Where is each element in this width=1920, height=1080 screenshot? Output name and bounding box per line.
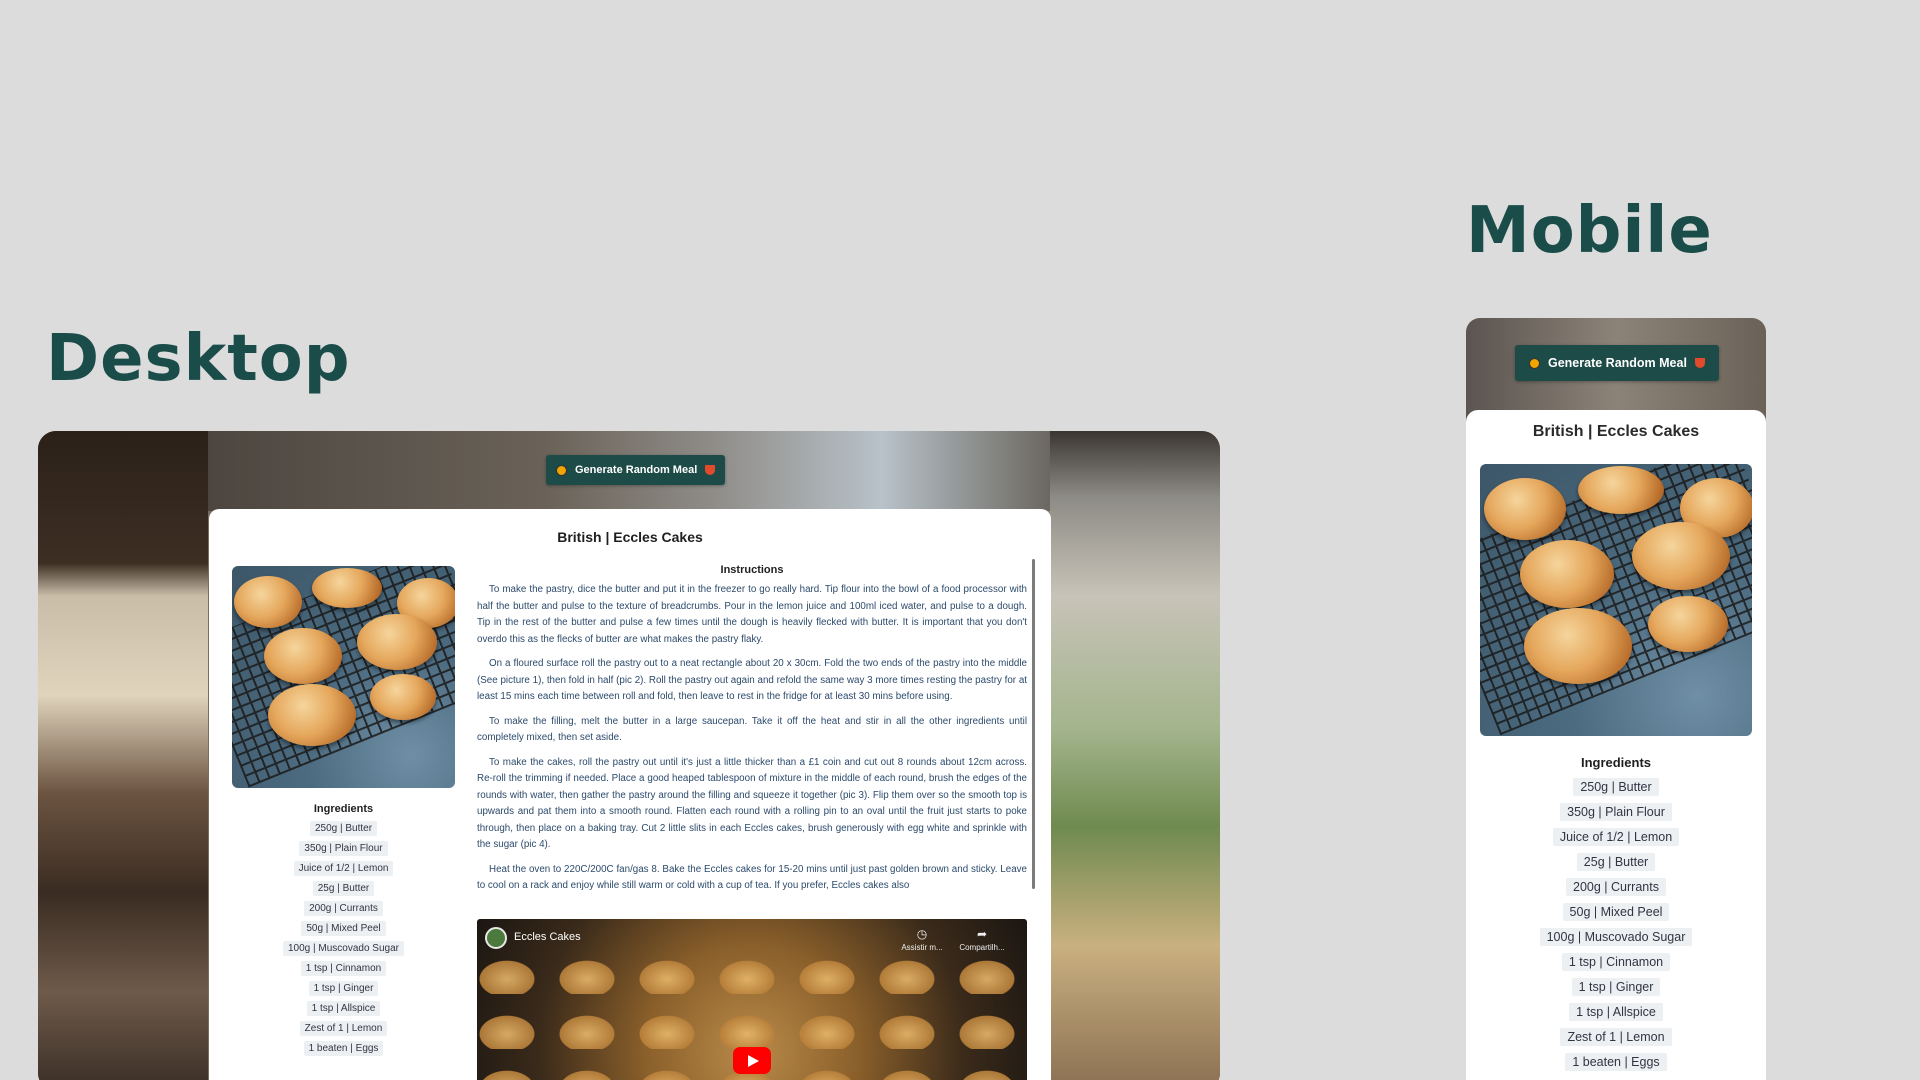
ingredient-item: 250g | Butter (1573, 778, 1659, 796)
ingredient-item: 25g | Butter (312, 881, 375, 896)
ingredient-item: 350g | Plain Flour (1560, 803, 1672, 821)
share-icon: ➦ (976, 927, 988, 941)
instructions-scrollbar[interactable] (1032, 559, 1035, 889)
bowl-icon (1694, 358, 1705, 368)
ingredient-item: 1 tsp | Ginger (308, 981, 379, 996)
ingredient-item: 350g | Plain Flour (299, 841, 388, 856)
generate-button-label: Generate Random Meal (1548, 356, 1687, 370)
ingredient-item: Juice of 1/2 | Lemon (1552, 828, 1680, 846)
instruction-paragraph: To make the filling, melt the butter in … (477, 715, 1027, 744)
youtube-play-icon[interactable] (733, 1047, 771, 1074)
instructions-heading: Instructions (720, 564, 784, 576)
generate-button-label: Generate Random Meal (575, 464, 698, 476)
youtube-video-embed[interactable]: Eccles Cakes ◷ Assistir m... ➦ Compartil… (477, 919, 1027, 1080)
ingredient-item: 1 beaten | Eggs (303, 1041, 384, 1056)
ingredient-item: 100g | Muscovado Sugar (1539, 928, 1693, 946)
bowl-icon (705, 465, 716, 475)
meal-dot-icon (556, 464, 567, 476)
ingredient-item: 25g | Butter (1576, 853, 1656, 871)
instruction-paragraph: Heat the oven to 220C/200C fan/gas 8. Ba… (477, 863, 1027, 892)
mobile-heading: Mobile (1466, 194, 1713, 268)
ingredient-item: 1 tsp | Ginger (1571, 978, 1661, 996)
video-title[interactable]: Eccles Cakes (514, 931, 581, 943)
ingredient-item: 250g | Butter (309, 821, 378, 836)
ingredient-item: 100g | Muscovado Sugar (282, 941, 404, 956)
ingredient-item: 1 beaten | Eggs (1565, 1053, 1667, 1071)
ingredient-item: 1 tsp | Allspice (1569, 1003, 1663, 1021)
instruction-paragraph: To make the cakes, roll the pastry out u… (477, 756, 1027, 851)
desktop-preview: Generate Random Meal British | Eccles Ca… (38, 431, 1220, 1080)
ingredient-item: Zest of 1 | Lemon (1560, 1028, 1672, 1046)
ingredient-item: 50g | Mixed Peel (301, 921, 386, 936)
share-button[interactable]: ➦ Compartilh... (957, 927, 1007, 952)
mobile-preview: Generate Random Meal British | Eccles Ca… (1466, 318, 1766, 1080)
ingredient-item: Juice of 1/2 | Lemon (293, 861, 394, 876)
ingredients-heading: Ingredients (1580, 755, 1652, 770)
meal-image (1480, 464, 1752, 736)
background-cafe-left (38, 431, 208, 1080)
ingredient-item: 1 tsp | Allspice (306, 1001, 381, 1016)
ingredients-list: 250g | Butter 350g | Plain Flour Juice o… (232, 821, 455, 1061)
instruction-paragraph: To make the pastry, dice the butter and … (477, 584, 1027, 645)
ingredient-item: 1 tsp | Cinnamon (300, 961, 387, 976)
instruction-paragraph: On a floured surface roll the pastry out… (477, 658, 1027, 702)
meal-dot-icon (1529, 357, 1540, 369)
ingredient-item: 1 tsp | Cinnamon (1561, 953, 1671, 971)
watch-later-label: Assistir m... (901, 943, 943, 952)
meal-card: British | Eccles Cakes Ingredients 250g … (1466, 410, 1766, 1080)
ingredient-item: 200g | Currants (304, 901, 383, 916)
desktop-heading: Desktop (46, 322, 351, 396)
meal-image (232, 566, 455, 788)
ingredient-item: Zest of 1 | Lemon (299, 1021, 388, 1036)
ingredients-section: Ingredients 250g | Butter 350g | Plain F… (1466, 755, 1766, 1078)
generate-random-meal-button[interactable]: Generate Random Meal (1515, 345, 1719, 381)
background-cafe-right (1050, 431, 1220, 1080)
clock-icon: ◷ (916, 927, 928, 941)
meal-title: British | Eccles Cakes (1532, 423, 1700, 440)
ingredients-heading: Ingredients (313, 803, 374, 815)
meal-title: British | Eccles Cakes (557, 529, 703, 545)
channel-logo-icon[interactable] (485, 927, 507, 949)
ingredient-item: 200g | Currants (1566, 878, 1666, 896)
generate-random-meal-button[interactable]: Generate Random Meal (546, 455, 726, 485)
ingredient-item: 50g | Mixed Peel (1562, 903, 1670, 921)
ingredients-list: 250g | Butter 350g | Plain Flour Juice o… (1466, 778, 1766, 1078)
ingredients-section: Ingredients 250g | Butter 350g | Plain F… (232, 803, 455, 1061)
instructions-section[interactable]: Instructions To make the pastry, dice th… (477, 564, 1027, 912)
watch-later-button[interactable]: ◷ Assistir m... (897, 927, 947, 952)
share-label: Compartilh... (959, 943, 1005, 952)
meal-card: British | Eccles Cakes Ingredients 250g … (209, 509, 1051, 1080)
